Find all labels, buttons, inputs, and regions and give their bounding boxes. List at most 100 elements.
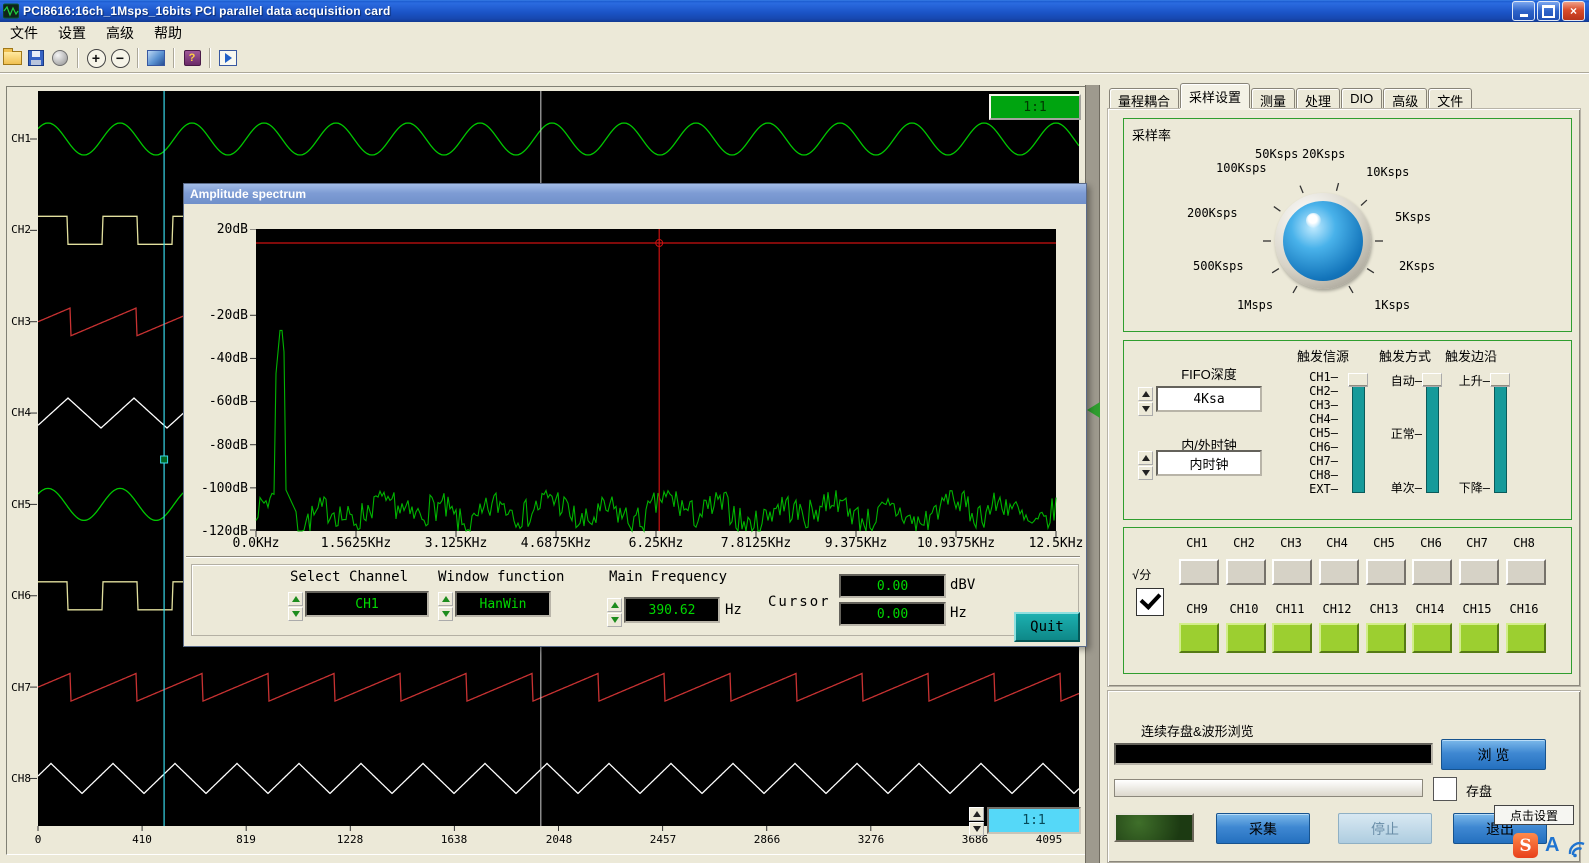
open-file-icon[interactable] [1,47,23,69]
menu-advanced[interactable]: 高级 [96,22,144,44]
channel-button-ch1[interactable] [1179,559,1219,585]
clock-source-field[interactable]: 内时钟 [1156,450,1262,476]
title-bar[interactable]: PCI8616:16ch_1Msps_16bits PCI parallel d… [0,0,1589,22]
trigger-source-slider-handle[interactable] [1348,373,1368,387]
trigger-source-ch4[interactable]: CH4 [1286,412,1338,426]
stepper-up-icon[interactable] [288,592,303,606]
splitter[interactable] [1085,85,1100,863]
trigger-source-slider[interactable] [1352,379,1365,493]
trigger-mode-single[interactable]: 单次 [1370,479,1422,496]
tab-sampling-settings[interactable]: 采样设置 [1180,83,1250,108]
trigger-mode-normal[interactable]: 正常 [1370,425,1422,442]
cursor-frequency-field[interactable]: 0.00 [839,602,946,626]
save-file-icon[interactable] [25,47,47,69]
stepper-down-icon[interactable] [288,607,303,621]
dialog-title-bar[interactable]: Amplitude spectrum [184,184,1086,204]
channel-button-ch5[interactable] [1366,559,1406,585]
trigger-mode-auto[interactable]: 自动 [1370,372,1422,389]
zoom-ratio-field[interactable]: 1:1 [987,807,1081,834]
minimize-button[interactable] [1512,1,1535,21]
channel-button-ch13[interactable] [1366,623,1406,653]
stepper-down-icon[interactable] [1138,466,1153,480]
trigger-edge-rising[interactable]: 上升 [1438,372,1490,389]
help-book-icon[interactable]: ? [181,47,203,69]
rate-label-100k[interactable]: 100Ksps [1216,161,1267,175]
channel-button-ch16[interactable] [1506,623,1546,653]
close-button[interactable]: × [1562,1,1585,21]
channel-button-ch14[interactable] [1412,623,1452,653]
trigger-source-ch3[interactable]: CH3 [1286,398,1338,412]
fifo-depth-stepper[interactable] [1138,387,1153,416]
clock-source-stepper[interactable] [1138,451,1153,480]
channel-button-ch11[interactable] [1272,623,1312,653]
rate-label-500k[interactable]: 500Ksps [1193,259,1244,273]
channel-button-ch8[interactable] [1506,559,1546,585]
network-icon[interactable] [1567,838,1587,863]
stepper-up-icon[interactable] [438,592,453,606]
stepper-up-icon[interactable] [607,598,622,612]
stepper-down-icon[interactable] [607,613,622,627]
select-channel-field[interactable]: CH1 [305,591,429,617]
trigger-mode-slider[interactable] [1426,379,1439,493]
tab-range-coupling[interactable]: 量程耦合 [1109,88,1179,108]
trigger-source-ext[interactable]: EXT [1286,482,1338,496]
channel-button-ch2[interactable] [1226,559,1266,585]
trigger-edge-falling[interactable]: 下降 [1438,479,1490,496]
window-function-stepper[interactable] [438,592,453,621]
trigger-source-ch7[interactable]: CH7 [1286,454,1338,468]
spectrum-plot[interactable] [250,229,1062,541]
rate-label-10k[interactable]: 10Ksps [1366,165,1409,179]
tab-advanced[interactable]: 高级 [1383,88,1427,108]
channel-button-ch7[interactable] [1459,559,1499,585]
menu-help[interactable]: 帮助 [144,22,192,44]
split-checkbox[interactable] [1136,588,1164,616]
channel-button-ch3[interactable] [1272,559,1312,585]
main-frequency-field[interactable]: 390.62 [624,597,720,623]
main-frequency-stepper[interactable] [607,598,622,627]
menu-settings[interactable]: 设置 [48,22,96,44]
sample-rate-knob[interactable] [1283,201,1363,281]
channel-button-ch15[interactable] [1459,623,1499,653]
tab-measure[interactable]: 测量 [1251,88,1295,108]
stop-button[interactable]: 停止 [1338,813,1432,844]
stepper-up-icon[interactable] [969,807,984,821]
rate-label-200k[interactable]: 200Ksps [1187,206,1238,220]
tab-file[interactable]: 文件 [1428,88,1472,108]
trigger-source-ch6[interactable]: CH6 [1286,440,1338,454]
quit-button[interactable]: Quit [1014,612,1080,642]
menu-file[interactable]: 文件 [0,22,48,44]
window-function-field[interactable]: HanWin [455,591,551,617]
save-path-field[interactable] [1114,743,1433,765]
stepper-down-icon[interactable] [438,607,453,621]
rate-label-1m[interactable]: 1Msps [1237,298,1273,312]
stepper-up-icon[interactable] [1138,451,1153,465]
cursor-amplitude-field[interactable]: 0.00 [839,574,946,598]
rate-label-50k[interactable]: 50Ksps [1255,147,1298,161]
channel-button-ch10[interactable] [1226,623,1266,653]
trigger-source-ch8[interactable]: CH8 [1286,468,1338,482]
stepper-down-icon[interactable] [1138,402,1153,416]
sogou-input-icon[interactable]: S [1513,833,1538,858]
run-icon[interactable] [217,47,239,69]
trigger-source-ch1[interactable]: CH1 [1286,370,1338,384]
save-checkbox[interactable] [1433,777,1457,801]
zoom-ratio-stepper[interactable] [969,807,984,836]
acquire-button[interactable]: 采集 [1216,813,1310,844]
trigger-edge-slider-handle[interactable] [1490,373,1510,387]
letter-a-icon[interactable]: A [1545,834,1559,857]
rate-label-5k[interactable]: 5Ksps [1395,210,1431,224]
rate-label-20k[interactable]: 20Ksps [1302,147,1345,161]
trigger-edge-slider[interactable] [1494,379,1507,493]
zoom-in-icon[interactable]: + [85,47,107,69]
export-icon[interactable] [49,47,71,69]
tab-process[interactable]: 处理 [1296,88,1340,108]
channel-button-ch6[interactable] [1412,559,1452,585]
stepper-down-icon[interactable] [969,822,984,836]
rate-label-1k[interactable]: 1Ksps [1374,298,1410,312]
maximize-button[interactable] [1537,1,1560,21]
trigger-source-ch5[interactable]: CH5 [1286,426,1338,440]
select-channel-stepper[interactable] [288,592,303,621]
splitter-arrow-icon[interactable] [1087,402,1100,418]
channel-button-ch4[interactable] [1319,559,1359,585]
trigger-source-ch2[interactable]: CH2 [1286,384,1338,398]
